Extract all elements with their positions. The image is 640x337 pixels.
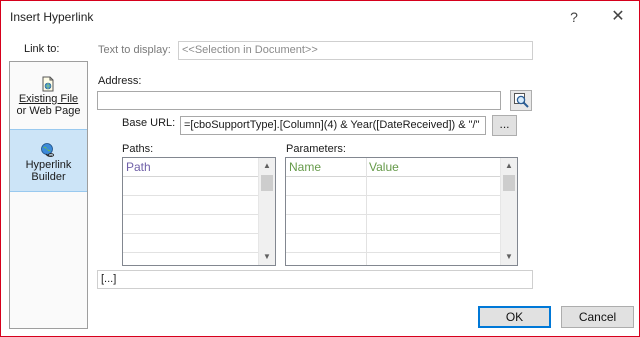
address-input[interactable]: [97, 91, 501, 110]
parameters-scrollbar[interactable]: ▲ ▼: [500, 158, 517, 265]
base-url-builder-button[interactable]: ...: [492, 115, 517, 136]
file-icon: [42, 76, 54, 92]
sidebar-item-existing-file-label-2: or Web Page: [16, 105, 81, 117]
link-to-sidebar: Existing File or Web Page Hyperlink Buil…: [9, 61, 88, 329]
sidebar-item-hyperlink-builder-label-1: Hyperlink: [25, 159, 72, 171]
text-to-display-label: Text to display:: [98, 44, 171, 56]
cancel-button[interactable]: Cancel: [561, 306, 634, 328]
scroll-up-icon[interactable]: ▲: [501, 159, 517, 173]
paths-label: Paths:: [122, 143, 154, 155]
paths-grid[interactable]: Path ▲ ▼: [122, 157, 276, 266]
parameters-label: Parameters:: [286, 143, 346, 155]
scroll-thumb[interactable]: [261, 175, 273, 191]
name-column-header: Name: [286, 158, 366, 177]
close-button[interactable]: ✕: [603, 5, 633, 29]
window-title: Insert Hyperlink: [10, 10, 94, 24]
text-to-display-field: <<Selection in Document>>: [178, 41, 533, 60]
help-button[interactable]: ?: [559, 5, 589, 29]
globe-link-icon: [41, 143, 55, 157]
scroll-up-icon[interactable]: ▲: [259, 159, 275, 173]
insert-hyperlink-dialog: Insert Hyperlink ? ✕ Link to: Existing F…: [0, 0, 640, 337]
link-to-label: Link to:: [24, 43, 60, 55]
scroll-thumb[interactable]: [503, 175, 515, 191]
sidebar-item-existing-file[interactable]: Existing File or Web Page: [10, 64, 87, 127]
scroll-down-icon[interactable]: ▼: [501, 250, 517, 264]
address-label: Address:: [98, 75, 142, 87]
ok-button[interactable]: OK: [478, 306, 551, 328]
scroll-down-icon[interactable]: ▼: [259, 250, 275, 264]
hyperlink-preview: [...]: [97, 270, 533, 289]
title-bar[interactable]: Insert Hyperlink ? ✕: [1, 1, 639, 33]
sidebar-item-existing-file-label-1: Existing File: [18, 93, 79, 105]
path-column-header: Path: [123, 158, 258, 177]
paths-scrollbar[interactable]: ▲ ▼: [258, 158, 275, 265]
base-url-input[interactable]: =[cboSupportType].[Column](4) & Year([Da…: [180, 116, 486, 135]
base-url-label: Base URL:: [122, 117, 176, 129]
sidebar-item-hyperlink-builder-label-2: Builder: [31, 171, 66, 183]
search-icon: [514, 93, 529, 108]
browse-button[interactable]: [510, 90, 532, 111]
value-column-header: Value: [366, 158, 500, 177]
sidebar-item-hyperlink-builder[interactable]: Hyperlink Builder: [10, 129, 87, 192]
parameters-grid[interactable]: Name Value ▲ ▼: [285, 157, 518, 266]
